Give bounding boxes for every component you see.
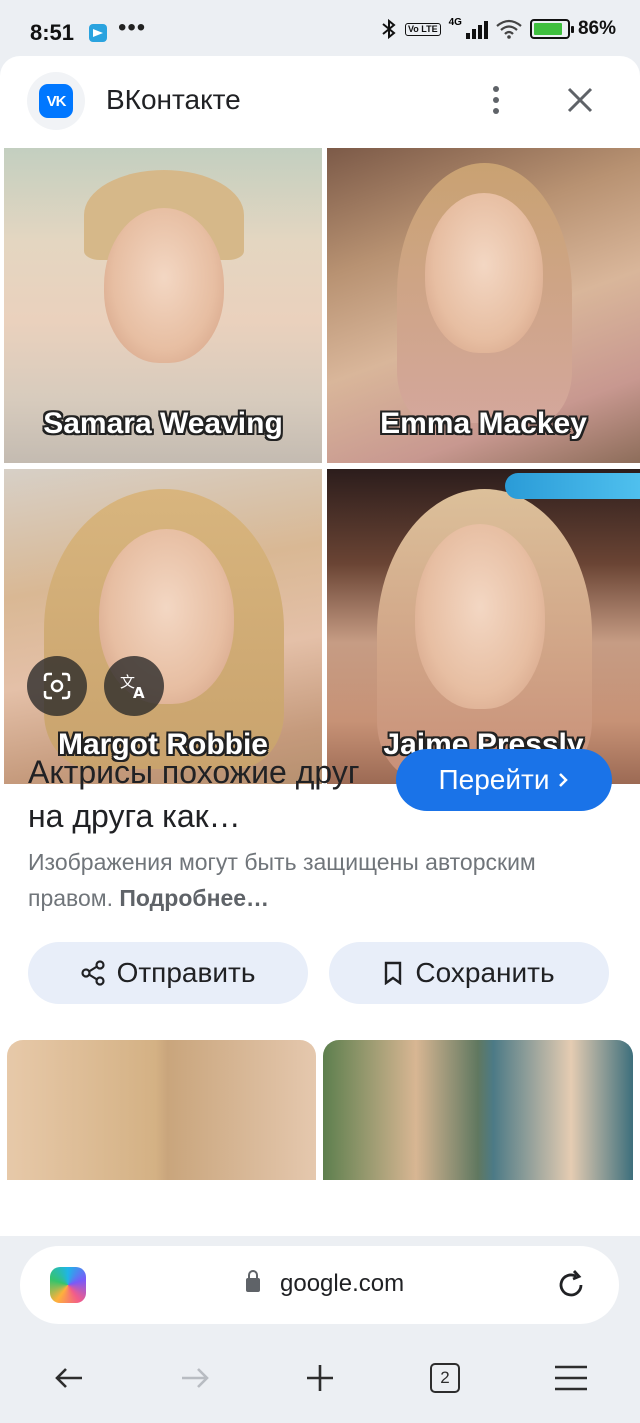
plus-icon: [307, 1365, 333, 1391]
share-button[interactable]: Отправить: [28, 942, 308, 1004]
face-shape: [104, 208, 224, 363]
address-bar-area: google.com: [0, 1236, 640, 1333]
dot-icon: [493, 86, 499, 92]
bookmark-icon: [385, 961, 402, 985]
signal-icon: [465, 19, 488, 39]
save-button[interactable]: Сохранить: [329, 942, 609, 1004]
image-tile: Margot Robbie: [4, 469, 322, 784]
copilot-icon[interactable]: [50, 1267, 86, 1303]
new-tab-button[interactable]: [295, 1353, 345, 1403]
reload-icon[interactable]: [554, 1268, 588, 1302]
share-label: Отправить: [116, 957, 256, 988]
image-tile: Samara Weaving: [4, 148, 322, 463]
image-badge: [505, 473, 640, 499]
copyright-text: Изображения могут быть защищены авторски…: [28, 849, 536, 911]
tab-count: 2: [430, 1363, 460, 1393]
volte-icon: Vo LTE: [404, 22, 441, 36]
goto-button[interactable]: Перейти: [396, 749, 612, 811]
result-title[interactable]: Актрисы похожие друг на друга как…: [28, 750, 388, 838]
menu-button[interactable]: [546, 1353, 596, 1403]
lens-icon: [43, 672, 71, 700]
address-bar[interactable]: google.com: [20, 1246, 619, 1324]
wifi-icon: [496, 19, 522, 39]
battery-icon: [529, 19, 574, 39]
more-notifications-icon: •••: [118, 14, 147, 41]
bottom-navigation: 2: [0, 1333, 640, 1423]
arrow-left-icon: [55, 1368, 82, 1388]
sheet-header: VK ВКонтакте: [0, 56, 640, 144]
arrow-right-icon: [182, 1368, 209, 1388]
status-icons: Vo LTE 4G 86%: [381, 16, 616, 40]
save-label: Сохранить: [415, 957, 555, 988]
image-caption: Emma Mackey: [380, 407, 587, 440]
face-shape: [425, 193, 543, 353]
dot-icon: [493, 97, 499, 103]
goto-label: Перейти: [438, 764, 550, 795]
image-caption: Samara Weaving: [43, 407, 283, 440]
more-options-button[interactable]: [480, 80, 512, 120]
status-bar: 8:51 ••• Vo LTE 4G 86%: [0, 0, 640, 56]
status-time: 8:51: [30, 20, 75, 45]
close-icon: [567, 87, 593, 113]
copyright-notice: Изображения могут быть защищены авторски…: [28, 844, 588, 916]
dot-icon: [493, 108, 499, 114]
bluetooth-icon: [382, 18, 396, 40]
site-name[interactable]: ВКонтакте: [106, 84, 241, 116]
chevron-right-icon: [559, 773, 569, 787]
share-icon: [80, 960, 105, 986]
related-image[interactable]: [323, 1040, 633, 1180]
image-preview-sheet: VK ВКонтакте Samara Weaving Emma Mackey …: [0, 56, 640, 1236]
close-button[interactable]: [560, 80, 600, 120]
translate-button[interactable]: 文 A: [104, 656, 164, 716]
telegram-icon: [89, 24, 107, 42]
url-text[interactable]: google.com: [280, 1270, 404, 1298]
learn-more-link[interactable]: Подробнее…: [119, 885, 269, 911]
back-button[interactable]: [44, 1353, 94, 1403]
translate-icon: 文 A: [120, 673, 145, 701]
vk-logo-icon: VK: [39, 84, 73, 118]
lock-icon: [246, 1270, 260, 1292]
forward-button[interactable]: [170, 1353, 220, 1403]
related-image[interactable]: [7, 1040, 316, 1180]
lens-search-button[interactable]: [27, 656, 87, 716]
image-tile: Emma Mackey: [327, 148, 640, 463]
svg-text:A: A: [133, 684, 145, 701]
main-image[interactable]: Samara Weaving Emma Mackey Margot Robbie…: [0, 146, 640, 784]
hamburger-menu-icon: [555, 1365, 587, 1391]
face-shape: [415, 524, 545, 709]
tabs-button[interactable]: 2: [420, 1353, 470, 1403]
image-tile: Jaime Pressly: [327, 469, 640, 784]
battery-percent: 86%: [577, 18, 616, 39]
network-type-label: 4G: [448, 16, 462, 28]
site-favicon[interactable]: VK: [27, 72, 85, 130]
